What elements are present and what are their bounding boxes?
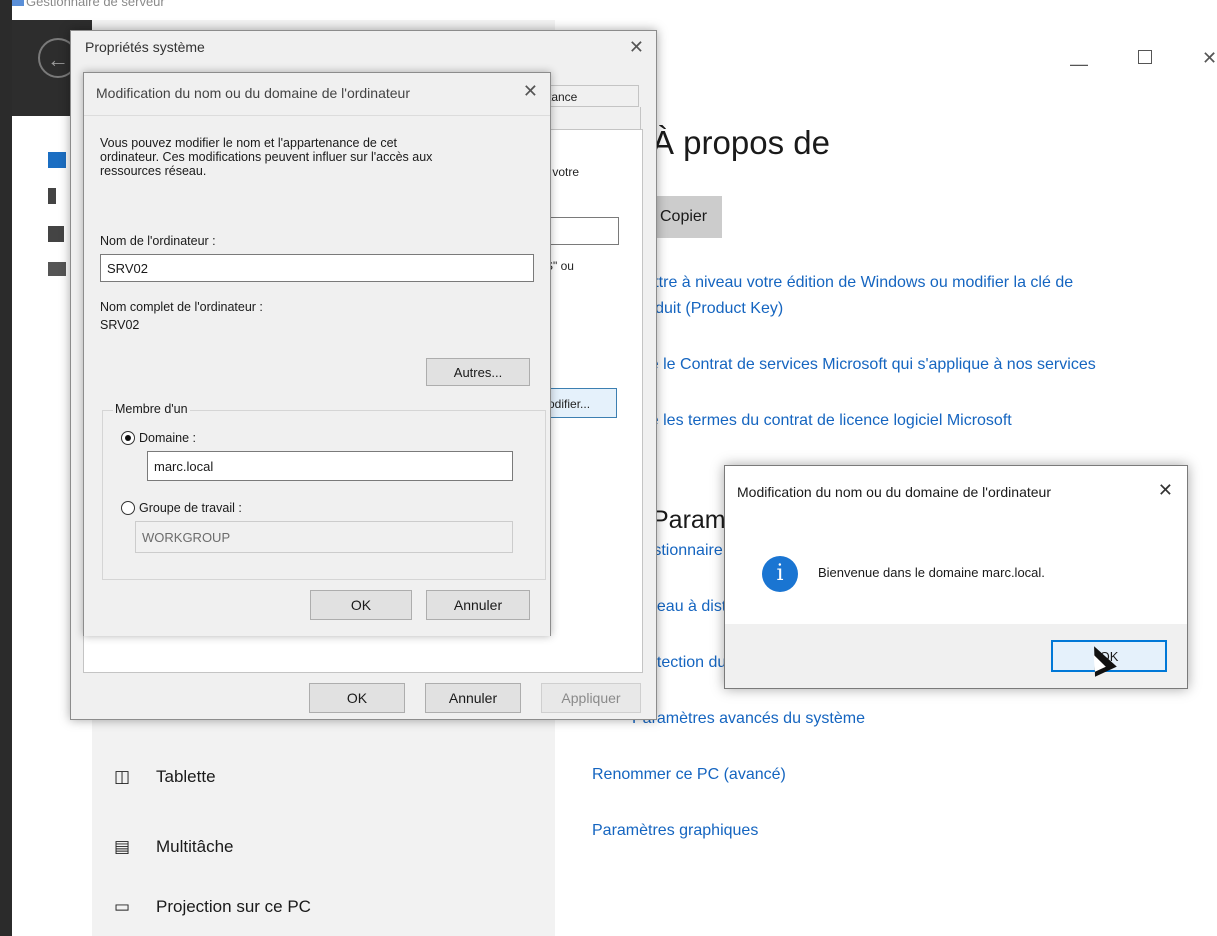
tab-row-2[interactable] <box>545 107 641 130</box>
sidebar-item-tablet[interactable]: ◫ Tablette <box>114 762 216 792</box>
welcome-message: Bienvenue dans le domaine marc.local. <box>818 565 1045 580</box>
workgroup-radio[interactable] <box>121 501 135 515</box>
server-manager-icon <box>12 0 24 6</box>
more-button[interactable]: Autres... <box>426 358 530 386</box>
sidebar-item-projection[interactable]: ▭ Projection sur ce PC <box>114 892 311 922</box>
welcome-message-box: Modification du nom ou du domaine de l'o… <box>724 465 1188 689</box>
message-box-title: Modification du nom ou du domaine de l'o… <box>737 484 1051 500</box>
file-services-icon[interactable] <box>48 262 66 276</box>
domain-label: Domaine : <box>139 431 196 445</box>
intro-line-2: ordinateur. Ces modifications peuvent in… <box>100 150 433 164</box>
server-manager-titlebar: Gestionnaire de serveur <box>12 0 1217 20</box>
workgroup-input[interactable]: WORKGROUP <box>135 521 513 553</box>
local-server-icon[interactable] <box>48 188 56 204</box>
all-servers-icon[interactable] <box>48 226 64 242</box>
system-properties-apply-button[interactable]: Appliquer <box>541 683 641 713</box>
server-manager-edge <box>0 0 12 936</box>
intro-line-1: Vous pouvez modifier le nom et l'apparte… <box>100 136 398 150</box>
services-agreement-link[interactable]: Lire le Contrat de services Microsoft qu… <box>632 356 1096 374</box>
sidebar-item-label: Tablette <box>156 767 216 786</box>
graphics-settings-link[interactable]: Paramètres graphiques <box>592 822 758 840</box>
rename-computer-dialog: Modification du nom ou du domaine de l'o… <box>83 72 551 636</box>
page-title: À propos de <box>652 124 830 161</box>
domain-input[interactable]: marc.local <box>147 451 513 481</box>
full-name-value: SRV02 <box>100 318 140 332</box>
rename-cancel-button[interactable]: Annuler <box>426 590 530 620</box>
sidebar-item-label: Projection sur ce PC <box>156 897 311 916</box>
sidebar-item-multitask[interactable]: ▤ Multitâche <box>114 832 233 862</box>
rename-ok-button[interactable]: OK <box>310 590 412 620</box>
message-box-close-button[interactable]: ✕ <box>1158 480 1173 501</box>
tab-remote[interactable]: tance <box>545 85 639 107</box>
advanced-system-settings-link[interactable]: Paramètres avancés du système <box>632 710 865 728</box>
system-properties-ok-button[interactable]: OK <box>309 683 405 713</box>
server-manager-title: Gestionnaire de serveur <box>26 0 165 9</box>
projection-icon: ▭ <box>114 897 131 917</box>
system-properties-close-button[interactable]: ✕ <box>629 37 644 58</box>
modify-button[interactable]: odifier... <box>545 388 617 418</box>
message-box-footer: OK <box>725 624 1187 688</box>
minimize-button[interactable]: — <box>1070 54 1088 75</box>
workgroup-label: Groupe de travail : <box>139 501 242 515</box>
upgrade-edition-link[interactable]: Mettre à niveau votre édition de Windows… <box>632 274 1073 292</box>
tablet-icon: ◫ <box>114 767 131 787</box>
rename-pc-advanced-link[interactable]: Renommer ce PC (avancé) <box>592 766 786 784</box>
member-of-groupbox: Membre d'un Domaine : marc.local Groupe … <box>102 402 546 580</box>
computer-description-field[interactable] <box>545 217 619 245</box>
info-icon: i <box>762 556 798 592</box>
intro-line-3: ressources réseau. <box>100 164 207 178</box>
system-properties-title: Propriétés système <box>85 39 205 55</box>
system-properties-cancel-button[interactable]: Annuler <box>425 683 521 713</box>
rename-dialog-body: Vous pouvez modifier le nom et l'apparte… <box>84 115 550 636</box>
sidebar-item-label: Multitâche <box>156 837 234 856</box>
dashboard-icon[interactable] <box>48 152 66 168</box>
computer-name-input[interactable]: SRV02 <box>100 254 534 282</box>
multitask-icon: ▤ <box>114 837 131 857</box>
member-of-label: Membre d'un <box>113 402 190 416</box>
maximize-button[interactable] <box>1138 50 1152 64</box>
domain-radio[interactable] <box>121 431 135 445</box>
license-terms-link[interactable]: Lire les termes du contrat de licence lo… <box>632 412 1012 430</box>
rename-dialog-close-button[interactable]: ✕ <box>523 81 538 102</box>
rename-dialog-title: Modification du nom ou du domaine de l'o… <box>96 85 410 101</box>
full-name-label: Nom complet de l'ordinateur : <box>100 300 263 314</box>
settings-close-button[interactable]: ✕ <box>1202 48 1217 69</box>
computer-name-label: Nom de l'ordinateur : <box>100 234 216 248</box>
